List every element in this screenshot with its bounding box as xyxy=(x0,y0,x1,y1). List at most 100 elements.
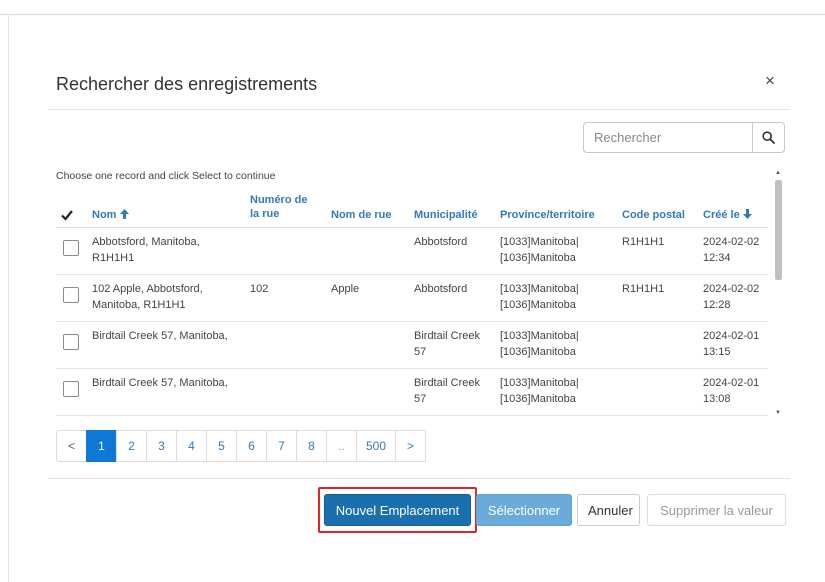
table-scrollbar[interactable]: ▲ ▼ xyxy=(774,170,783,416)
cell-municipalite-line1: Birdtail Creek xyxy=(414,377,481,389)
pagination-page-500[interactable]: 500 xyxy=(356,430,397,462)
sort-asc-icon xyxy=(119,209,129,219)
table-row[interactable]: Birdtail Creek 57, Manitoba, Birdtail Cr… xyxy=(56,322,768,369)
header-code-postal[interactable]: Code postal xyxy=(622,208,685,222)
table-row[interactable]: 102 Apple, Abbotsford, Manitoba, R1H1H1 … xyxy=(56,275,768,322)
cell-province: [1033]Manitoba| [1036]Manitoba xyxy=(500,328,579,360)
row-checkbox[interactable] xyxy=(63,334,79,350)
pagination-page-4[interactable]: 4 xyxy=(176,430,207,462)
cell-nom-line2: Manitoba, R1H1H1 xyxy=(92,299,186,311)
cell-province: [1033]Manitoba| [1036]Manitoba xyxy=(500,281,579,313)
cell-municipalite: Birdtail Creek 57 xyxy=(414,375,480,407)
pagination: < 1 2 3 4 5 6 7 8 .. 500 > xyxy=(56,430,427,462)
pagination-page-1[interactable]: 1 xyxy=(86,430,117,462)
search-input[interactable] xyxy=(583,122,752,153)
cell-municipalite-line1: Birdtail Creek xyxy=(414,330,481,342)
cell-cree-le: 2024-02-02 12:34 xyxy=(703,234,759,266)
cell-nom: Birdtail Creek 57, Manitoba, xyxy=(92,375,228,391)
scroll-down-arrow-icon[interactable]: ▼ xyxy=(775,410,781,416)
header-nom-label: Nom xyxy=(92,209,117,221)
cell-nom: 102 Apple, Abbotsford, Manitoba, R1H1H1 xyxy=(92,281,203,313)
pagination-page-6[interactable]: 6 xyxy=(236,430,267,462)
row-checkbox[interactable] xyxy=(63,381,79,397)
select-all-check-icon[interactable] xyxy=(60,208,74,222)
cell-nom-line2: R1H1H1 xyxy=(92,252,135,264)
window-left-border xyxy=(8,14,9,582)
cell-nom-rue: Apple xyxy=(331,283,360,295)
cell-cree-le-time: 13:15 xyxy=(703,346,731,358)
table-row[interactable]: Abbotsford, Manitoba, R1H1H1 Abbotsford … xyxy=(56,228,768,275)
header-numero-line1: Numéro de xyxy=(250,194,308,206)
search-button[interactable] xyxy=(752,122,785,153)
close-button[interactable]: × xyxy=(762,72,778,90)
pagination-prev[interactable]: < xyxy=(56,430,87,462)
cell-municipalite-line1: Abbotsford xyxy=(414,236,468,248)
header-cree-le-label: Créé le xyxy=(703,209,740,221)
cell-province-line2: [1036]Manitoba xyxy=(500,393,576,405)
instruction-text: Choose one record and click Select to co… xyxy=(56,170,276,182)
pagination-ellipsis: .. xyxy=(326,430,357,462)
cancel-button[interactable]: Annuler xyxy=(577,494,640,526)
cell-nom: Abbotsford, Manitoba, R1H1H1 xyxy=(92,234,200,266)
cell-cree-le-date: 2024-02-02 xyxy=(703,283,760,295)
cell-province-line1: [1033]Manitoba| xyxy=(500,330,579,342)
header-province[interactable]: Province/territoire xyxy=(500,208,595,222)
scroll-up-arrow-icon[interactable]: ▲ xyxy=(775,170,781,176)
pagination-page-2[interactable]: 2 xyxy=(116,430,147,462)
sort-desc-icon xyxy=(742,209,752,219)
cell-cree-le: 2024-02-02 12:28 xyxy=(703,281,759,313)
cell-province-line2: [1036]Manitoba xyxy=(500,252,576,264)
header-nom-rue[interactable]: Nom de rue xyxy=(331,208,392,222)
pagination-next[interactable]: > xyxy=(395,430,427,462)
cell-numero: 102 xyxy=(250,283,269,295)
window-top-border xyxy=(0,14,825,15)
row-checkbox[interactable] xyxy=(63,287,79,303)
pagination-page-3[interactable]: 3 xyxy=(146,430,177,462)
cell-cree-le: 2024-02-01 13:08 xyxy=(703,375,759,407)
footer-divider xyxy=(48,478,790,479)
header-divider xyxy=(48,109,790,110)
search-records-dialog: Rechercher des enregistrements × Choose … xyxy=(40,52,798,552)
select-button[interactable]: Sélectionner xyxy=(476,494,572,526)
cell-nom: Birdtail Creek 57, Manitoba, xyxy=(92,328,228,344)
table-row[interactable]: Birdtail Creek 57, Manitoba, Birdtail Cr… xyxy=(56,369,768,416)
header-numero-line2: la rue xyxy=(250,208,280,220)
cell-cree-le-time: 12:28 xyxy=(703,299,731,311)
pagination-page-5[interactable]: 5 xyxy=(206,430,237,462)
cell-municipalite-line2: 57 xyxy=(414,346,427,358)
table-body: Abbotsford, Manitoba, R1H1H1 Abbotsford … xyxy=(56,228,768,416)
header-municipalite[interactable]: Municipalité xyxy=(414,208,478,222)
header-nom[interactable]: Nom xyxy=(92,208,129,222)
cell-municipalite-line1: Abbotsford xyxy=(414,283,468,295)
search-icon xyxy=(762,131,775,144)
header-cree-le[interactable]: Créé le xyxy=(703,208,752,222)
cell-municipalite: Birdtail Creek 57 xyxy=(414,328,480,360)
cell-code-postal: R1H1H1 xyxy=(622,236,665,248)
cell-province: [1033]Manitoba| [1036]Manitoba xyxy=(500,375,579,407)
cell-province: [1033]Manitoba| [1036]Manitoba xyxy=(500,234,579,266)
cell-cree-le-date: 2024-02-01 xyxy=(703,330,760,342)
records-table: Nom Numéro de la rue Nom de rue Municipa… xyxy=(56,184,778,416)
cell-province-line1: [1033]Manitoba| xyxy=(500,377,579,389)
cell-municipalite: Abbotsford xyxy=(414,234,467,250)
cell-nom-line1: Birdtail Creek 57, Manitoba, xyxy=(92,377,228,389)
pagination-page-7[interactable]: 7 xyxy=(266,430,297,462)
cell-cree-le-date: 2024-02-02 xyxy=(703,236,760,248)
new-location-button[interactable]: Nouvel Emplacement xyxy=(324,494,471,526)
cell-province-line2: [1036]Manitoba xyxy=(500,299,576,311)
header-numero-rue[interactable]: Numéro de la rue xyxy=(250,193,307,221)
cell-province-line1: [1033]Manitoba| xyxy=(500,236,579,248)
search-group xyxy=(583,122,785,153)
pagination-page-8[interactable]: 8 xyxy=(296,430,327,462)
dialog-title: Rechercher des enregistrements xyxy=(56,74,318,94)
cell-cree-le-date: 2024-02-01 xyxy=(703,377,760,389)
row-checkbox[interactable] xyxy=(63,240,79,256)
cell-cree-le-time: 13:08 xyxy=(703,393,731,405)
scroll-thumb[interactable] xyxy=(775,180,782,280)
cell-province-line1: [1033]Manitoba| xyxy=(500,283,579,295)
table-header-row: Nom Numéro de la rue Nom de rue Municipa… xyxy=(56,184,768,228)
cell-province-line2: [1036]Manitoba xyxy=(500,346,576,358)
cell-nom-line1: 102 Apple, Abbotsford, xyxy=(92,283,203,295)
clear-value-button[interactable]: Supprimer la valeur xyxy=(647,494,786,526)
cell-cree-le: 2024-02-01 13:15 xyxy=(703,328,759,360)
